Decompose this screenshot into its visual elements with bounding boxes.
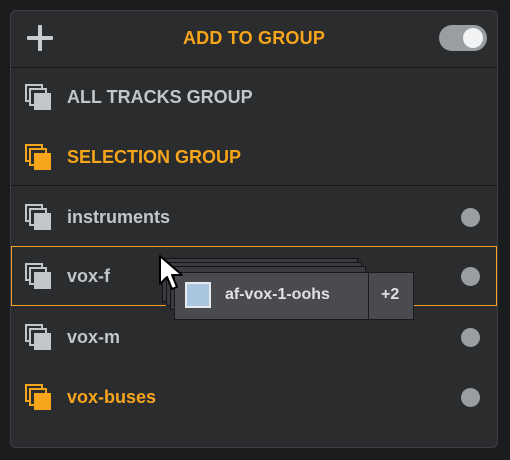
group-status-dot[interactable] [461,388,480,407]
stacked-squares-icon [25,144,51,170]
stacked-squares-icon [25,384,51,410]
drag-ghost: af-vox-1-oohs +2 [162,258,414,320]
group-status-dot[interactable] [461,328,480,347]
drag-extra-count: +2 [381,286,400,303]
mouse-pointer-icon [159,255,183,290]
group-row-all-tracks[interactable]: ALL TRACKS GROUP [11,67,497,127]
stacked-squares-icon [25,84,51,110]
group-status-dot[interactable] [461,267,480,286]
drag-ghost-track: af-vox-1-oohs +2 [174,272,414,320]
group-label: SELECTION GROUP [67,147,242,167]
stacked-squares-icon [25,324,51,350]
group-label: vox-f [67,266,111,286]
divider [368,273,369,319]
group-row-selection[interactable]: SELECTION GROUP [11,127,497,187]
toggle-knob [463,28,483,48]
group-label: ALL TRACKS GROUP [67,87,253,107]
drag-track-name: af-vox-1-oohs [225,286,330,303]
add-to-group-toggle[interactable] [439,25,487,51]
stacked-squares-icon [25,204,51,230]
divider [11,185,497,186]
group-status-dot[interactable] [461,208,480,227]
track-color-swatch [185,282,211,308]
add-to-group-panel: ADD TO GROUP ALL TRACKS GROUP SELECTION … [10,10,498,448]
panel-title: ADD TO GROUP [182,28,326,48]
group-row-instruments[interactable]: instruments [11,187,497,247]
group-row-vox-buses[interactable]: vox-buses [11,367,497,427]
stacked-squares-icon [25,263,51,289]
group-label: vox-m [67,327,121,347]
group-label: instruments [67,207,171,227]
group-label: vox-buses [67,387,157,407]
panel-header: ADD TO GROUP [11,11,497,68]
